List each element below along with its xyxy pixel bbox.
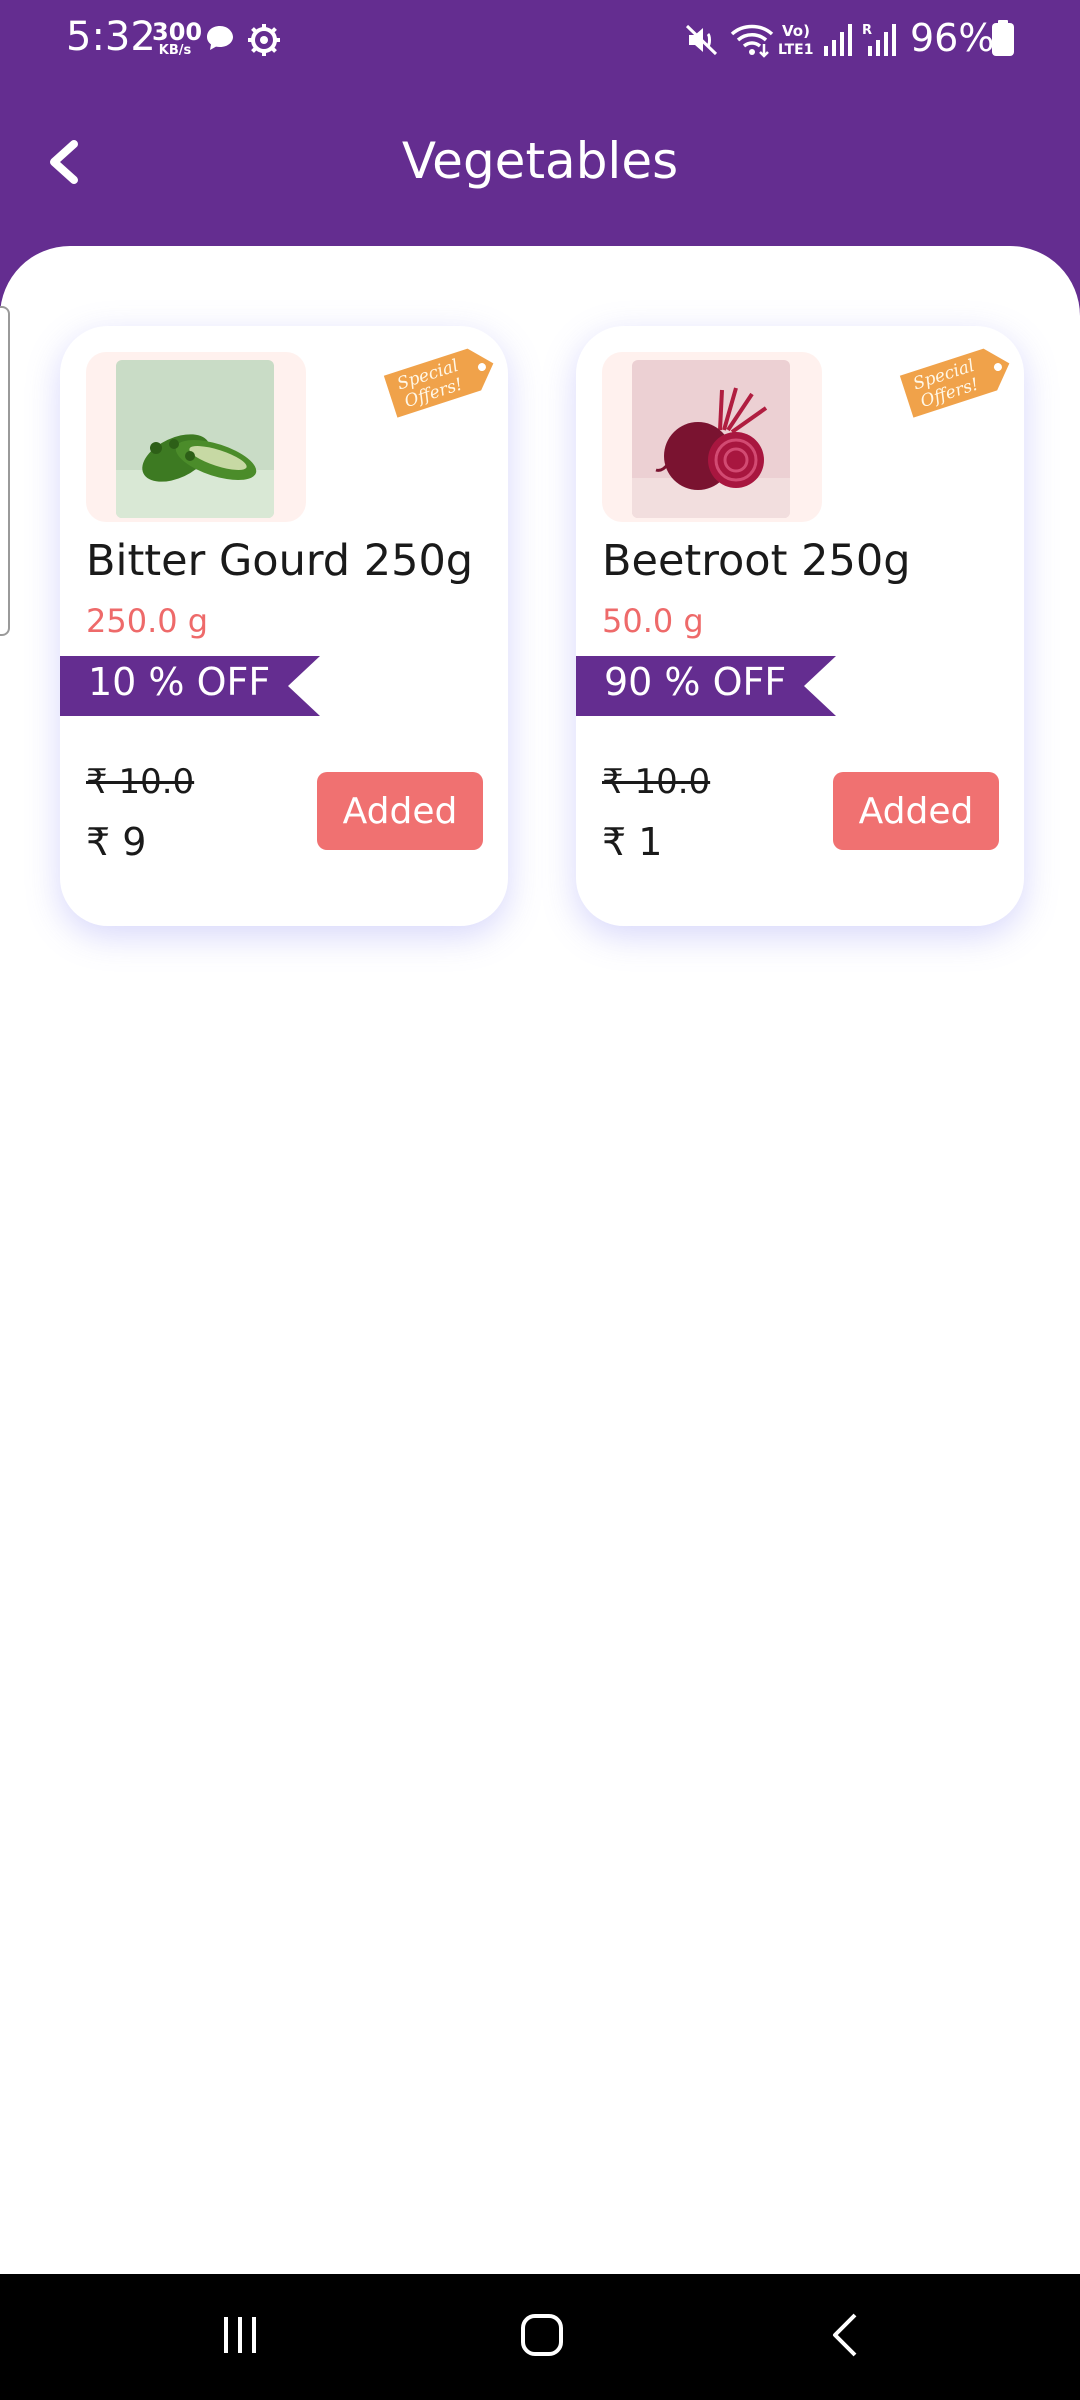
network-speed: 300 KB/s [152, 18, 203, 58]
sale-price: ₹ 9 [86, 820, 147, 864]
page-title: Vegetables [401, 132, 679, 190]
product-image-frame [602, 352, 822, 522]
product-weight: 250.0 g [86, 602, 209, 640]
discount-label: 10 % OFF [88, 660, 271, 704]
home-button[interactable] [507, 2304, 577, 2370]
home-icon [519, 2312, 565, 2362]
product-name: Beetroot 250g [602, 536, 911, 586]
system-back-button[interactable] [810, 2304, 880, 2370]
settings-icon [246, 22, 282, 62]
product-card[interactable]: Special Offers! Bitter Gourd 250g 250.0 … [60, 326, 508, 926]
wifi-icon [730, 22, 774, 62]
product-image-frame [86, 352, 306, 522]
mute-icon [684, 22, 720, 62]
special-offer-badge: Special Offers! [380, 332, 504, 428]
special-offer-badge: Special Offers! [896, 332, 1020, 428]
recent-apps-icon [218, 2313, 262, 2361]
added-button[interactable]: Added [833, 772, 999, 850]
discount-label: 90 % OFF [604, 660, 787, 704]
product-grid[interactable]: Special Offers! Bitter Gourd 250g 250.0 … [0, 246, 1080, 2274]
added-button[interactable]: Added [317, 772, 483, 850]
svg-text:Vo): Vo) [782, 22, 810, 40]
original-price: ₹ 10.0 [86, 762, 195, 802]
svg-text:LTE1: LTE1 [778, 42, 813, 58]
side-drawer-handle[interactable] [0, 306, 10, 636]
bitter-gourd-image [116, 360, 274, 518]
volte-icon: Vo) LTE1 [778, 20, 818, 64]
original-price: ₹ 10.0 [602, 762, 711, 802]
recent-apps-button[interactable] [205, 2304, 275, 2370]
battery-percent: 96% [910, 16, 995, 60]
system-nav-bar [0, 2274, 1080, 2400]
back-icon [827, 2311, 863, 2363]
svg-text:R: R [862, 23, 872, 38]
discount-ribbon: 90 % OFF [576, 656, 836, 716]
sale-price: ₹ 1 [602, 820, 663, 864]
signal-roaming-icon: R [862, 22, 898, 62]
chat-bubble-icon [204, 22, 236, 58]
status-bar: 5:32 300 KB/s Vo) LTE1 R 96% [0, 0, 1080, 80]
product-name: Bitter Gourd 250g [86, 536, 474, 586]
discount-ribbon: 10 % OFF [60, 656, 320, 716]
title-row: Vegetables [0, 120, 1080, 210]
network-speed-value: 300 [152, 18, 203, 46]
product-card[interactable]: Special Offers! Beetroot 250g 50.0 g 90 … [576, 326, 1024, 926]
beetroot-image [632, 360, 790, 518]
network-speed-unit: KB/s [158, 43, 192, 58]
product-weight: 50.0 g [602, 602, 704, 640]
battery-icon [992, 20, 1014, 60]
signal-icon [822, 22, 854, 62]
status-time: 5:32 [66, 14, 156, 60]
